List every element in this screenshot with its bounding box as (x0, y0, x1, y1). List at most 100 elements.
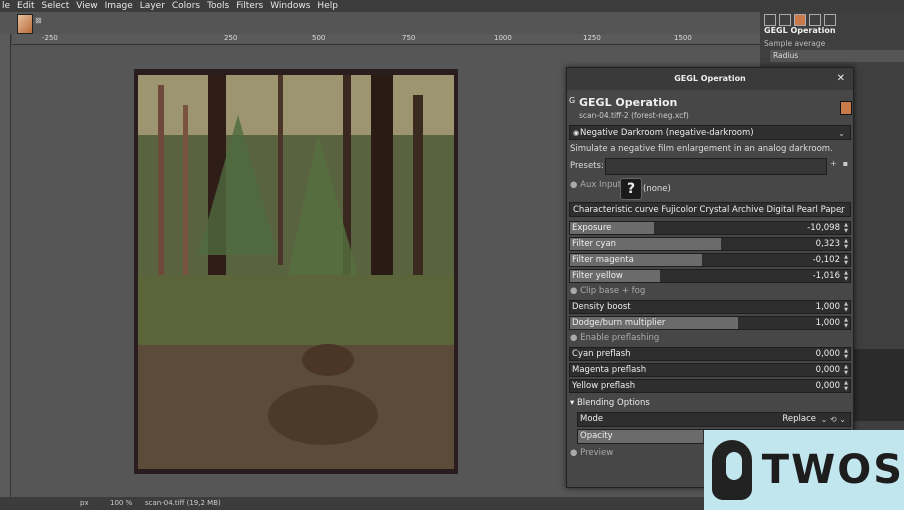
slider-label: Filter magenta (572, 255, 634, 265)
slider-label: Dodge/burn multiplier (572, 318, 666, 328)
spin-arrows-icon[interactable]: ▲ ▼ (844, 317, 848, 329)
operation-value: Negative Darkroom (negative-darkroom) (580, 128, 754, 138)
aux-input-row: ● Aux Input (570, 180, 622, 190)
aux-input-value: (none) (643, 184, 671, 194)
filter-magenta-slider[interactable]: Filter magenta -0,102 ▲ ▼ (569, 253, 851, 267)
menu-colors[interactable]: Colors (172, 1, 200, 11)
slider-value: -1,016 (812, 271, 840, 281)
forest-photo[interactable] (134, 69, 458, 474)
chevron-down-icon: ⌄ (838, 129, 845, 138)
presets-label: Presets: (570, 161, 604, 171)
image-tab-thumbnail[interactable] (17, 14, 33, 34)
menu-image[interactable]: Image (105, 1, 133, 11)
section-label: Enable preflashing (580, 333, 660, 343)
cyan-preflash-slider[interactable]: Cyan preflash 0,000 ▲ ▼ (569, 347, 851, 361)
preset-menu-icon[interactable]: ▪ (841, 159, 850, 171)
dock-tab-icons (764, 14, 836, 26)
zoom-select[interactable]: 100 % (110, 499, 132, 507)
slider-label: Cyan preflash (572, 349, 631, 359)
characteristic-curve-select[interactable]: Characteristic curve Fujicolor Crystal A… (569, 202, 851, 217)
dialog-heading: GEGL Operation (579, 96, 678, 109)
clip-base-fog-toggle[interactable]: ● Clip base + fog (570, 286, 645, 296)
opacity-label: Opacity (580, 431, 613, 441)
slider-value: 0,000 (815, 381, 840, 391)
undo-history-icon[interactable] (794, 14, 806, 26)
slider-label: Filter cyan (572, 239, 617, 249)
radius-field[interactable]: Radius (770, 50, 904, 62)
density-boost-slider[interactable]: Density boost 1,000 ▲ ▼ (569, 300, 851, 314)
spin-arrows-icon[interactable]: ▲ ▼ (844, 254, 848, 266)
mode-value: Replace (782, 414, 816, 424)
slider-label: Exposure (572, 223, 612, 233)
slider-value: -10,098 (807, 223, 840, 233)
spin-arrows-icon[interactable]: ▲ ▼ (844, 348, 848, 360)
blending-options-toggle[interactable]: ▾ Blending Options (570, 398, 650, 408)
dialog-subtitle: scan-04.tiff-2 (forest-neg.xcf) (579, 111, 689, 120)
filter-cyan-slider[interactable]: Filter cyan 0,323 ▲ ▼ (569, 237, 851, 251)
slider-value: 0,000 (815, 349, 840, 359)
operation-icon: ◉ (573, 129, 580, 137)
spin-arrows-icon[interactable]: ▲ ▼ (844, 301, 848, 313)
add-preset-icon[interactable]: + (829, 159, 838, 171)
yellow-preflash-slider[interactable]: Yellow preflash 0,000 ▲ ▼ (569, 379, 851, 393)
menu-view[interactable]: View (76, 1, 97, 11)
gegl-operation-dialog: GEGL Operation ✕ G GEGL Operation scan-0… (566, 67, 854, 488)
slider-label: Yellow preflash (572, 381, 636, 391)
dialog-titlebar[interactable]: GEGL Operation ✕ (567, 68, 853, 90)
image-tab-strip (0, 12, 760, 34)
spin-arrows-icon[interactable]: ▲ ▼ (844, 364, 848, 376)
ruler-tick: 1500 (674, 34, 692, 42)
menu-select[interactable]: Select (41, 1, 69, 11)
menu-help[interactable]: Help (317, 1, 338, 11)
menu-tools[interactable]: Tools (207, 1, 229, 11)
dodge-burn-slider[interactable]: Dodge/burn multiplier 1,000 ▲ ▼ (569, 316, 851, 330)
menu-edit[interactable]: Edit (17, 1, 34, 11)
menu-filters[interactable]: Filters (236, 1, 263, 11)
slider-value: 1,000 (815, 302, 840, 312)
close-tab-icon[interactable]: ⊠ (35, 16, 43, 25)
dock-title: GEGL Operation (764, 26, 836, 35)
close-icon[interactable]: ✕ (837, 68, 845, 90)
exposure-slider[interactable]: Exposure -10,098 ▲ ▼ (569, 221, 851, 235)
menu-layer[interactable]: Layer (140, 1, 165, 11)
presets-select[interactable] (605, 158, 827, 175)
slider-value: 0,323 (815, 239, 840, 249)
enable-preflashing-toggle[interactable]: ● Enable preflashing (570, 333, 659, 343)
curve-value: Characteristic curve Fujicolor Crystal A… (573, 205, 845, 215)
images-icon[interactable] (809, 14, 821, 26)
aux-input-button[interactable]: ? (620, 178, 642, 200)
forest-photo-content (138, 75, 454, 469)
slider-value: 0,000 (815, 365, 840, 375)
horizontal-ruler: -250 250 500 750 1000 1250 1500 (12, 34, 760, 45)
chevron-down-icon: ⌄ (838, 206, 845, 215)
sample-average-toggle[interactable]: Sample average (764, 39, 825, 48)
spin-arrows-icon[interactable]: ▲ ▼ (844, 270, 848, 282)
spin-arrows-icon[interactable]: ▲ ▼ (844, 238, 848, 250)
blend-mode-menu-icon[interactable]: ⌄ ⟲ ⌄ (821, 413, 846, 426)
unit-select[interactable]: px (80, 499, 89, 507)
vertical-ruler (0, 34, 11, 500)
section-label: Preview (580, 448, 614, 458)
brushes-icon[interactable] (824, 14, 836, 26)
ruler-tick: 500 (312, 34, 326, 42)
spin-arrows-icon[interactable]: ▲ ▼ (844, 222, 848, 234)
slider-label: Filter yellow (572, 271, 623, 281)
preview-toggle[interactable]: ● Preview (570, 448, 613, 458)
operation-select[interactable]: ◉ Negative Darkroom (negative-darkroom) … (569, 125, 851, 140)
lightbulb-logo-icon (712, 440, 752, 500)
section-label: Blending Options (576, 398, 650, 408)
mode-select[interactable]: Mode Replace ⌄ ⟲ ⌄ (577, 412, 851, 427)
menubar: le Edit Select View Image Layer Colors T… (0, 0, 904, 12)
spin-arrows-icon[interactable]: ▲ ▼ (844, 380, 848, 392)
slider-label: Magenta preflash (572, 365, 647, 375)
twos-watermark: TWOS (704, 430, 904, 510)
filter-yellow-slider[interactable]: Filter yellow -1,016 ▲ ▼ (569, 269, 851, 283)
menu-file[interactable]: le (2, 1, 10, 11)
tool-options-icon[interactable] (764, 14, 776, 26)
device-status-icon[interactable] (779, 14, 791, 26)
slider-value: 1,000 (815, 318, 840, 328)
magenta-preflash-slider[interactable]: Magenta preflash 0,000 ▲ ▼ (569, 363, 851, 377)
menu-windows[interactable]: Windows (270, 1, 310, 11)
ruler-tick: 750 (402, 34, 416, 42)
slider-value: -0,102 (812, 255, 840, 265)
